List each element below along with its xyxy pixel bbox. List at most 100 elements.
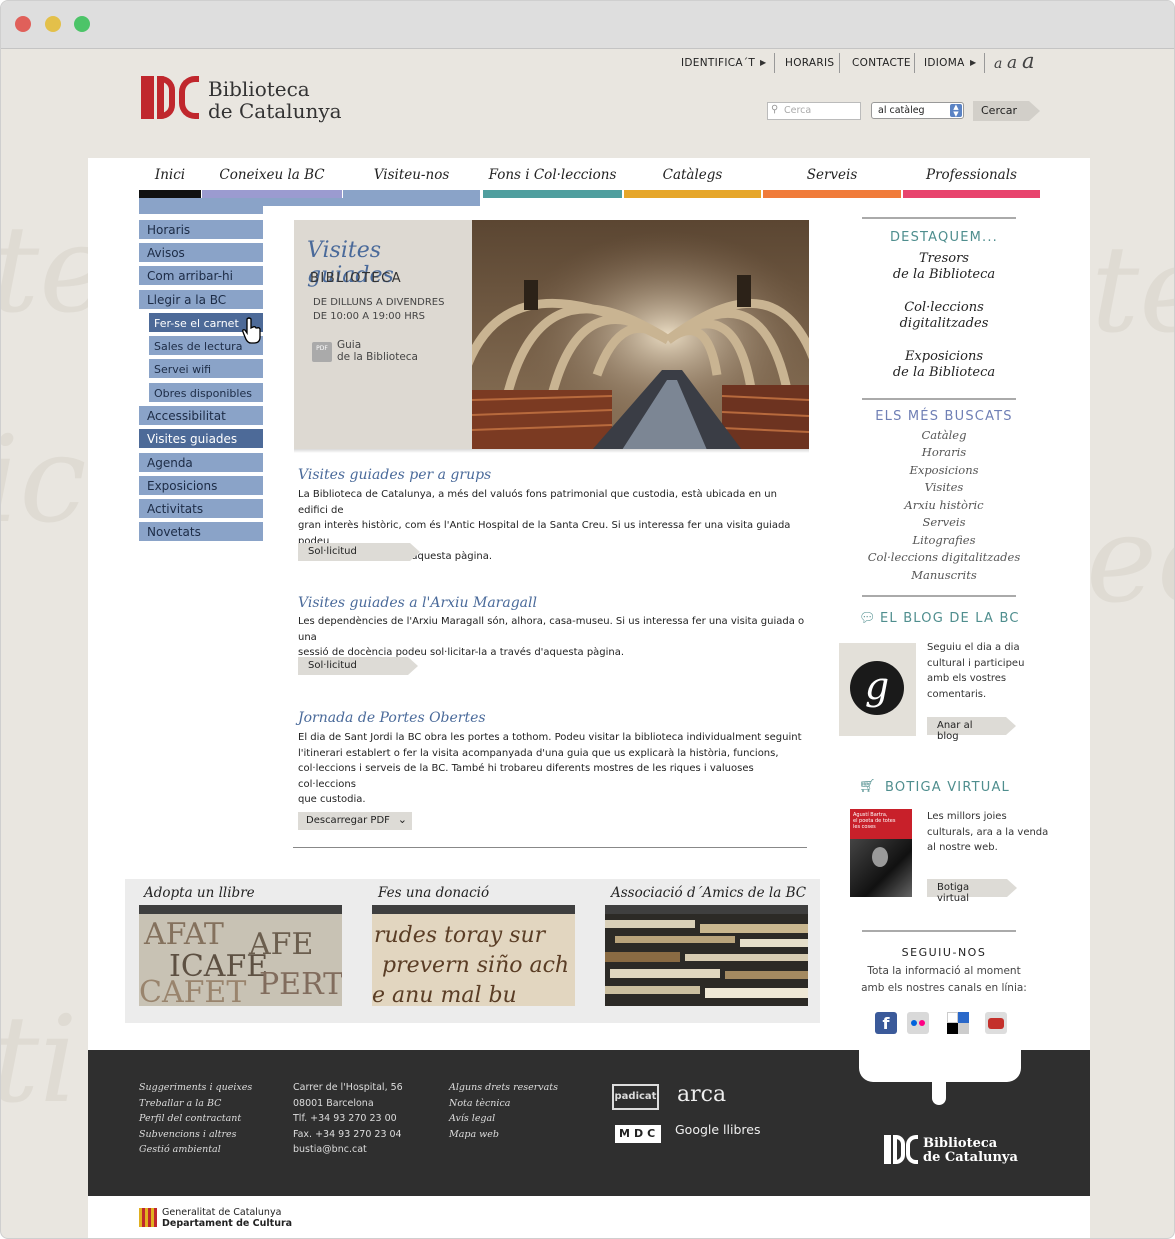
most-searched-link[interactable]: Horaris [839,445,1049,459]
font-size-large-button[interactable]: a [1022,49,1035,73]
follow-description: Tota la informació al moment amb els nost… [861,965,1027,994]
nav-home[interactable]: Inici [139,167,201,183]
background-watermark: te [1091,221,1174,360]
request-button[interactable]: Sol·licitud [298,657,418,675]
promo-title[interactable]: Associació d´Amics de la BC [611,885,806,901]
sidebar-item-horaris[interactable]: Horaris [139,220,263,240]
virtual-shop-button[interactable]: Botiga virtual [927,879,1017,904]
flickr-icon[interactable] [907,1012,929,1034]
sidebar-item-activities[interactable]: Activitats [139,499,263,519]
search-scope-select[interactable]: al catàleg ▲ ▼ [871,102,964,119]
font-size-small-button[interactable]: a [994,56,1002,72]
nav-visit[interactable]: Visiteu-nos [343,167,480,183]
facebook-icon[interactable]: f [875,1012,897,1034]
svg-text:PERT: PERT [259,967,342,1002]
most-searched-link[interactable]: Litografies [839,533,1049,547]
sidebar-item-reading[interactable]: Llegir a la BC [139,290,263,310]
footer-address: Carrer de l'Hospital, 56 08001 Barcelona T… [293,1082,403,1155]
most-searched-link[interactable]: Manuscrits [839,568,1049,582]
most-searched-link[interactable]: Catàleg [839,428,1049,442]
background-watermark: ic [1,411,87,550]
sidebar-item-avisos[interactable]: Avisos [139,243,263,263]
chevron-down-icon: ⌄ [397,813,407,826]
search-button[interactable]: Cercar [973,101,1029,121]
most-searched-link[interactable]: Serveis [839,515,1049,529]
request-button[interactable]: Sol·licitud [298,543,420,561]
hero-guide-link[interactable]: Guia de la Biblioteca [337,339,418,363]
arca-logo[interactable]: arca [677,1082,726,1107]
blog-thumbnail[interactable]: g [839,643,916,736]
background-watermark: ti [1,991,78,1130]
nav-about[interactable]: Coneixeu la BC [202,167,342,183]
footer-links[interactable]: Suggeriments i queixes Treballar a la BC P… [139,1080,252,1158]
background-watermark: ec [1086,491,1174,630]
nav-services[interactable]: Serveis [763,167,901,183]
friends-association-image[interactable] [605,914,808,1006]
donation-image[interactable]: rudes toray sur prevern siño ach e anu mal… [372,914,575,1006]
featured-treasures-link[interactable]: Tresors de la Biblioteca [839,251,1049,283]
site-logo-mark[interactable] [141,74,201,122]
sidebar-item-news[interactable]: Novetats [139,522,263,542]
section-text: Les dependències de l'Arxiu Maragall són… [298,616,805,658]
hand-cursor-icon [242,317,261,344]
section-text: El dia de Sant Jordi la BC obra les port… [298,732,802,805]
book-cover-image[interactable]: Agustí Bartra, el poeta de totes les coses [850,809,912,897]
mdc-logo[interactable]: MDC [615,1125,661,1143]
schedule-link[interactable]: HORARIS [785,57,834,69]
shop-description: Les millors joies culturals, ara a la ven… [927,811,1049,853]
delicious-icon[interactable] [947,1012,969,1034]
caret-right-icon: ▶ [760,58,767,67]
maximize-window-icon[interactable] [74,16,90,32]
identify-link[interactable]: IDENTIFICA´T [681,57,755,69]
footer-logo-text[interactable]: Biblioteca de Catalunya [923,1137,1018,1165]
most-searched-link[interactable]: Visites [839,480,1049,494]
sidebar-item-accessibility[interactable]: Accessibilitat [139,406,263,426]
section-title[interactable]: Visites guiades a l'Arxiu Maragall [298,595,537,611]
nav-collections[interactable]: Fons i Col·leccions [483,167,622,183]
sidebar-item-directions[interactable]: Com arribar-hi [139,266,263,286]
nav-home-bar [139,190,201,198]
sidebar-item-guided-visits[interactable]: Visites guiades [139,429,263,449]
contact-link[interactable]: CONTACTE [852,57,911,69]
sidebar-item-agenda[interactable]: Agenda [139,453,263,473]
nav-professionals[interactable]: Professionals [903,167,1040,183]
featured-digital-collections-link[interactable]: Col·leccions digitalitzades [839,300,1049,332]
generalitat-emblem-icon [139,1208,157,1227]
search-input[interactable]: ⚲ Cerca [767,102,861,120]
most-searched-link[interactable]: Col·leccions digitalitzades [839,550,1049,564]
most-searched-link[interactable]: Exposicions [839,463,1049,477]
adopt-book-image[interactable]: AFATICAFECAFETAFEPERT [139,914,342,1006]
promo-title[interactable]: Adopta un llibre [144,885,255,901]
featured-exhibitions-link[interactable]: Exposicions de la Biblioteca [839,349,1049,381]
section-title[interactable]: Jornada de Portes Obertes [298,710,486,726]
youtube-icon[interactable] [985,1012,1007,1034]
language-menu[interactable]: IDIOMA [924,57,965,69]
sidebar-item-exhibitions[interactable]: Exposicions [139,476,263,496]
government-credit[interactable]: Generalitat de Catalunya Departament de … [162,1207,292,1229]
footer-legal-links[interactable]: Alguns drets reservats Nota tècnica Avís l… [449,1080,558,1142]
minimize-window-icon[interactable] [45,16,61,32]
featured-heading: DESTAQUEM... [889,230,999,245]
svg-text:e anu mal bu: e anu mal bu [372,983,517,1006]
close-window-icon[interactable] [15,16,31,32]
svg-text:CAFET: CAFET [139,975,246,1006]
speech-bubble-icon: 💬︎ [859,611,876,626]
go-to-blog-button[interactable]: Anar al blog [927,717,1016,742]
pdf-icon[interactable]: PDF [312,342,332,362]
footer-logo-mark[interactable] [884,1135,918,1165]
hero-subtitle: BIBLIOTECA [310,271,403,286]
site-logo-text[interactable]: Biblioteca de Catalunya [208,78,342,122]
nav-catalogs[interactable]: Catàlegs [624,167,761,183]
most-searched-link[interactable]: Arxiu històric [839,498,1049,512]
sidebar-subitem-wifi[interactable]: Servei wifi [149,359,263,379]
svg-text:AFAT: AFAT [143,917,224,952]
browser-window: te ic ti te ec Biblioteca de Catalunya I… [0,0,1175,1239]
shop-heading: BOTIGA VIRTUAL [885,780,1011,795]
padicat-logo[interactable]: padicat [612,1084,659,1110]
sidebar-subitem-works[interactable]: Obres disponibles [149,383,263,403]
download-pdf-button[interactable]: Descarregar PDF ⌄ [298,812,412,830]
google-books-logo[interactable]: Google llibres [675,1122,760,1137]
section-title[interactable]: Visites guiades per a grups [298,467,491,483]
font-size-medium-button[interactable]: a [1007,53,1017,73]
promo-title[interactable]: Fes una donació [378,885,489,901]
